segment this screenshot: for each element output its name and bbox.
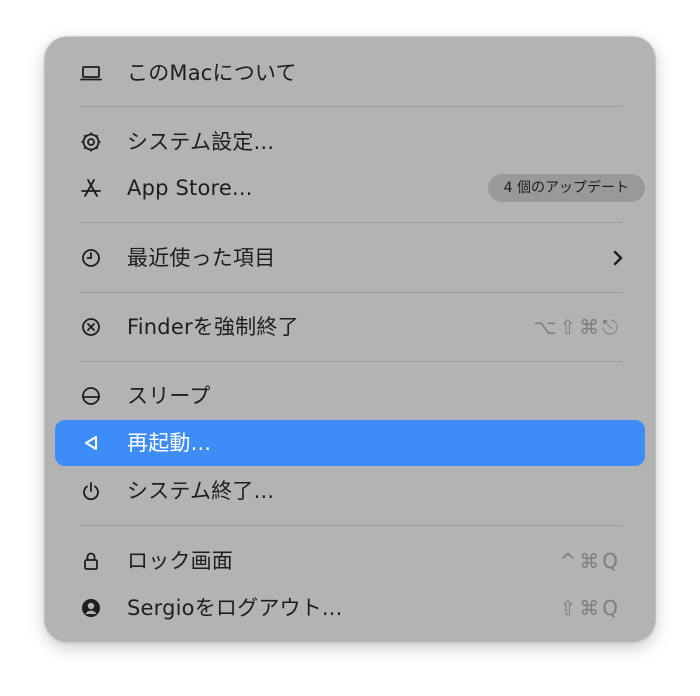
menu-item-label: 最近使った項目 [127,246,276,270]
menu-separator [80,106,622,107]
user-icon [79,596,103,620]
menu-separator [80,525,622,526]
menu-item-label: システム設定... [127,130,275,154]
menu-item-label: Finderを強制終了 [127,315,299,339]
keyboard-shortcut: ⇧⌘Q [559,596,621,620]
apple-menu: このMacについて システム設定... App Store... 4 個のアップ… [45,37,655,641]
menu-separator [80,292,622,293]
menu-item-about-this-mac[interactable]: このMacについて [55,50,645,96]
clock-icon [79,246,103,270]
menu-item-label: App Store... [127,176,253,200]
app-store-icon [79,176,103,200]
menu-item-shut-down[interactable]: システム終了... [55,468,645,514]
menu-item-log-out[interactable]: Sergioをログアウト... ⇧⌘Q [55,585,645,631]
restart-icon [79,431,103,455]
chevron-right-icon [611,249,625,267]
menu-item-label: Sergioをログアウト... [127,596,343,620]
menu-item-app-store[interactable]: App Store... 4 個のアップデート [55,165,645,211]
force-quit-icon [79,315,103,339]
menu-item-sleep[interactable]: スリープ [55,373,645,419]
menu-item-label: ロック画面 [127,549,233,573]
lock-icon [79,549,103,573]
menu-item-label: このMacについて [127,61,297,85]
menu-item-label: 再起動... [127,431,212,455]
menu-item-restart[interactable]: 再起動... [55,420,645,466]
menu-separator [80,222,622,223]
menu-item-label: システム終了... [127,479,275,503]
menu-item-force-quit-finder[interactable]: Finderを強制終了 ⌥⇧⌘⎋ [55,304,645,350]
updates-badge: 4 個のアップデート [487,174,645,202]
menu-item-label: スリープ [127,384,211,408]
power-icon [79,479,103,503]
keyboard-shortcut: ⌥⇧⌘⎋ [533,315,621,339]
menu-item-system-settings[interactable]: システム設定... [55,119,645,165]
menu-separator [80,361,622,362]
menu-item-lock-screen[interactable]: ロック画面 ^⌘Q [55,538,645,584]
gear-icon [79,130,103,154]
keyboard-shortcut: ^⌘Q [559,549,621,573]
menu-item-recent-items[interactable]: 最近使った項目 [55,235,645,281]
laptop-icon [79,61,103,85]
sleep-icon [79,384,103,408]
